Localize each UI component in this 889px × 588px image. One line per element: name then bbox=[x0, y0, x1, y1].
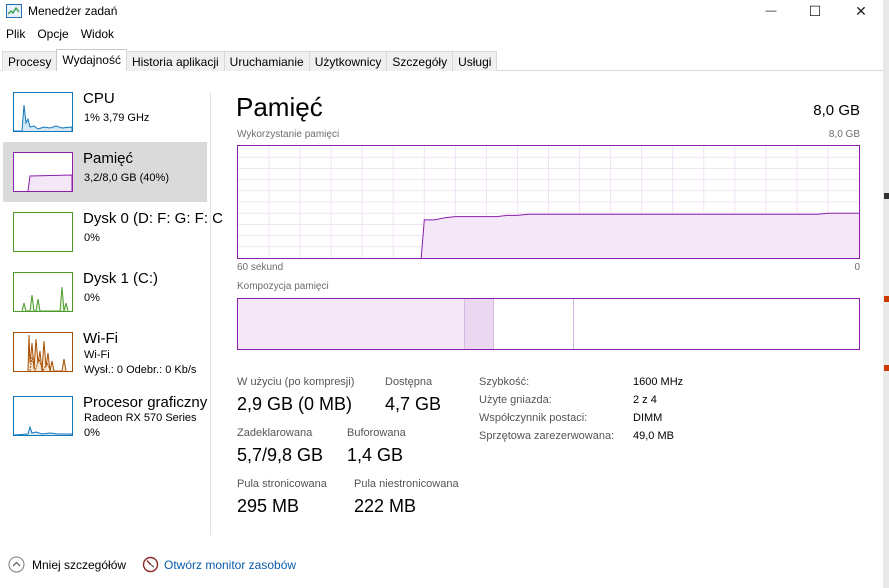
footer-bar: Mniej szczegółów Otwórz monitor zasobów bbox=[0, 550, 889, 578]
sidebar-item-memory-detail: 3,2/8,0 GB (40%) bbox=[84, 172, 169, 184]
menu-file[interactable]: Plik bbox=[0, 25, 31, 45]
sidebar-item-wifi-adapter: Wi-Fi bbox=[84, 349, 110, 361]
sidebar-item-memory-name: Pamięć bbox=[83, 150, 134, 167]
menu-view[interactable]: Widok bbox=[75, 25, 120, 45]
sidebar-item-wifi-name: Wi-Fi bbox=[83, 330, 118, 347]
tab-performance[interactable]: Wydajność bbox=[56, 49, 127, 71]
minimize-icon: — bbox=[765, 5, 777, 17]
page-title: Pamięć bbox=[236, 92, 323, 122]
time-axis-start: 60 sekund bbox=[237, 262, 284, 273]
maximize-button[interactable]: ☐ bbox=[792, 0, 838, 22]
task-manager-window: Menedżer zadań — ☐ ✕ Plik Opcje Widok Pr… bbox=[0, 0, 889, 588]
sidebar-item-gpu-detail: 0% bbox=[84, 427, 100, 439]
menu-options[interactable]: Opcje bbox=[31, 25, 74, 45]
sidebar-item-cpu-name: CPU bbox=[83, 90, 115, 107]
tab-app-history[interactable]: Historia aplikacji bbox=[125, 51, 225, 71]
tab-processes[interactable]: Procesy bbox=[2, 51, 58, 71]
edge-mark bbox=[884, 296, 889, 302]
sidebar-item-wifi-throughput: Wysł.: 0 Odebr.: 0 Kb/s bbox=[84, 364, 197, 376]
memory-thumbnail-graph bbox=[13, 152, 73, 192]
tab-users[interactable]: Użytkownicy bbox=[308, 51, 388, 71]
sidebar-item-memory[interactable]: Pamięć 3,2/8,0 GB (40%) bbox=[3, 142, 207, 202]
spec-speed-label: Szybkość: bbox=[479, 376, 530, 388]
usage-graph-max: 8,0 GB bbox=[828, 129, 860, 140]
sidebar-item-gpu[interactable]: Procesor graficzny Radeon RX 570 Series … bbox=[3, 386, 207, 446]
tab-startup[interactable]: Uruchamianie bbox=[223, 51, 310, 71]
fewer-details-button[interactable]: Mniej szczegółów bbox=[8, 556, 126, 573]
disk1-thumbnail-graph bbox=[13, 272, 73, 312]
memory-total: 8,0 GB bbox=[813, 102, 860, 119]
sidebar-divider bbox=[210, 92, 211, 535]
spec-hw-reserved-value: 49,0 MB bbox=[633, 430, 674, 442]
sidebar-item-gpu-name: Procesor graficzny bbox=[83, 394, 208, 411]
composition-standby bbox=[494, 299, 574, 349]
committed-value: 5,7/9,8 GB bbox=[237, 445, 324, 465]
sidebar-item-disk1[interactable]: Dysk 1 (C:) 0% bbox=[3, 262, 207, 322]
paged-pool-value: 295 MB bbox=[237, 496, 300, 516]
edge-mark bbox=[884, 365, 889, 371]
minimize-button[interactable]: — bbox=[748, 0, 794, 22]
disk0-thumbnail-graph bbox=[13, 212, 73, 252]
nonpaged-pool-label: Pula niestronicowana bbox=[354, 478, 459, 490]
edge-mark bbox=[884, 193, 889, 199]
spec-form-factor-label: Współczynnik postaci: bbox=[479, 412, 588, 424]
sidebar-item-cpu-detail: 1% 3,79 GHz bbox=[84, 112, 150, 124]
composition-label: Kompozycja pamięci bbox=[237, 281, 329, 292]
tab-services[interactable]: Usługi bbox=[452, 51, 498, 71]
paged-pool-label: Pula stronicowana bbox=[237, 478, 327, 490]
close-icon: ✕ bbox=[855, 2, 867, 19]
usage-graph-area bbox=[421, 213, 859, 258]
memory-usage-graph bbox=[237, 145, 860, 259]
resource-monitor-label: Otwórz monitor zasobów bbox=[164, 557, 297, 572]
committed-label: Zadeklarowana bbox=[237, 427, 313, 439]
task-manager-icon bbox=[6, 4, 22, 18]
window-title: Menedżer zadań bbox=[28, 4, 118, 18]
gpu-thumbnail-graph bbox=[13, 396, 73, 436]
sidebar-item-disk1-detail: 0% bbox=[84, 292, 100, 304]
spec-form-factor-value: DIMM bbox=[633, 412, 663, 424]
composition-in-use bbox=[238, 299, 465, 349]
wifi-thumbnail-graph bbox=[13, 332, 73, 373]
spec-speed-value: 1600 MHz bbox=[633, 376, 684, 388]
usage-graph-label: Wykorzystanie pamięci bbox=[237, 129, 340, 140]
open-resource-monitor-link[interactable]: Otwórz monitor zasobów bbox=[142, 556, 296, 573]
sidebar-item-gpu-model: Radeon RX 570 Series bbox=[84, 412, 197, 424]
spec-slots-label: Użyte gniazda: bbox=[479, 394, 552, 406]
background-window-edge bbox=[883, 0, 889, 588]
tab-details[interactable]: Szczegóły bbox=[386, 51, 454, 71]
sidebar-item-disk0-detail: 0% bbox=[84, 232, 100, 244]
cached-value: 1,4 GB bbox=[347, 445, 404, 465]
available-label: Dostępna bbox=[385, 376, 433, 388]
spec-hw-reserved-label: Sprzętowa zarezerwowana: bbox=[479, 430, 615, 442]
available-value: 4,7 GB bbox=[385, 394, 442, 414]
maximize-icon: ☐ bbox=[808, 2, 822, 19]
cpu-thumbnail-graph bbox=[13, 92, 73, 132]
composition-modified bbox=[465, 299, 494, 349]
sidebar-item-disk1-name: Dysk 1 (C:) bbox=[83, 270, 158, 287]
nonpaged-pool-value: 222 MB bbox=[354, 496, 417, 516]
performance-sidebar: CPU 1% 3,79 GHz Pamięć 3,2/8,0 GB (40%) … bbox=[0, 80, 223, 540]
title-bar[interactable]: Menedżer zadań — ☐ ✕ bbox=[0, 0, 889, 22]
sidebar-item-disk0-name: Dysk 0 (D: F: G: F: C bbox=[83, 210, 224, 227]
composition-free bbox=[574, 299, 859, 349]
time-axis-end: 0 bbox=[854, 262, 860, 273]
tab-bar: Procesy Wydajność Historia aplikacji Uru… bbox=[2, 49, 498, 71]
cached-label: Buforowana bbox=[347, 427, 406, 439]
sidebar-item-disk0[interactable]: Dysk 0 (D: F: G: F: C 0% bbox=[3, 202, 223, 262]
sidebar-item-cpu[interactable]: CPU 1% 3,79 GHz bbox=[3, 82, 207, 142]
sidebar-item-wifi[interactable]: Wi-Fi Wi-Fi Wysł.: 0 Odebr.: 0 Kb/s bbox=[3, 322, 207, 382]
close-button[interactable]: ✕ bbox=[838, 0, 884, 22]
spec-slots-value: 2 z 4 bbox=[633, 394, 657, 406]
in-use-label: W użyciu (po kompresji) bbox=[237, 376, 355, 388]
fewer-details-label: Mniej szczegółów bbox=[32, 557, 127, 572]
chevron-up-icon bbox=[8, 556, 25, 573]
in-use-value: 2,9 GB (0 MB) bbox=[237, 394, 353, 414]
memory-composition-bar bbox=[237, 298, 860, 350]
resource-monitor-icon bbox=[142, 556, 159, 573]
menu-bar: Plik Opcje Widok bbox=[0, 25, 120, 45]
